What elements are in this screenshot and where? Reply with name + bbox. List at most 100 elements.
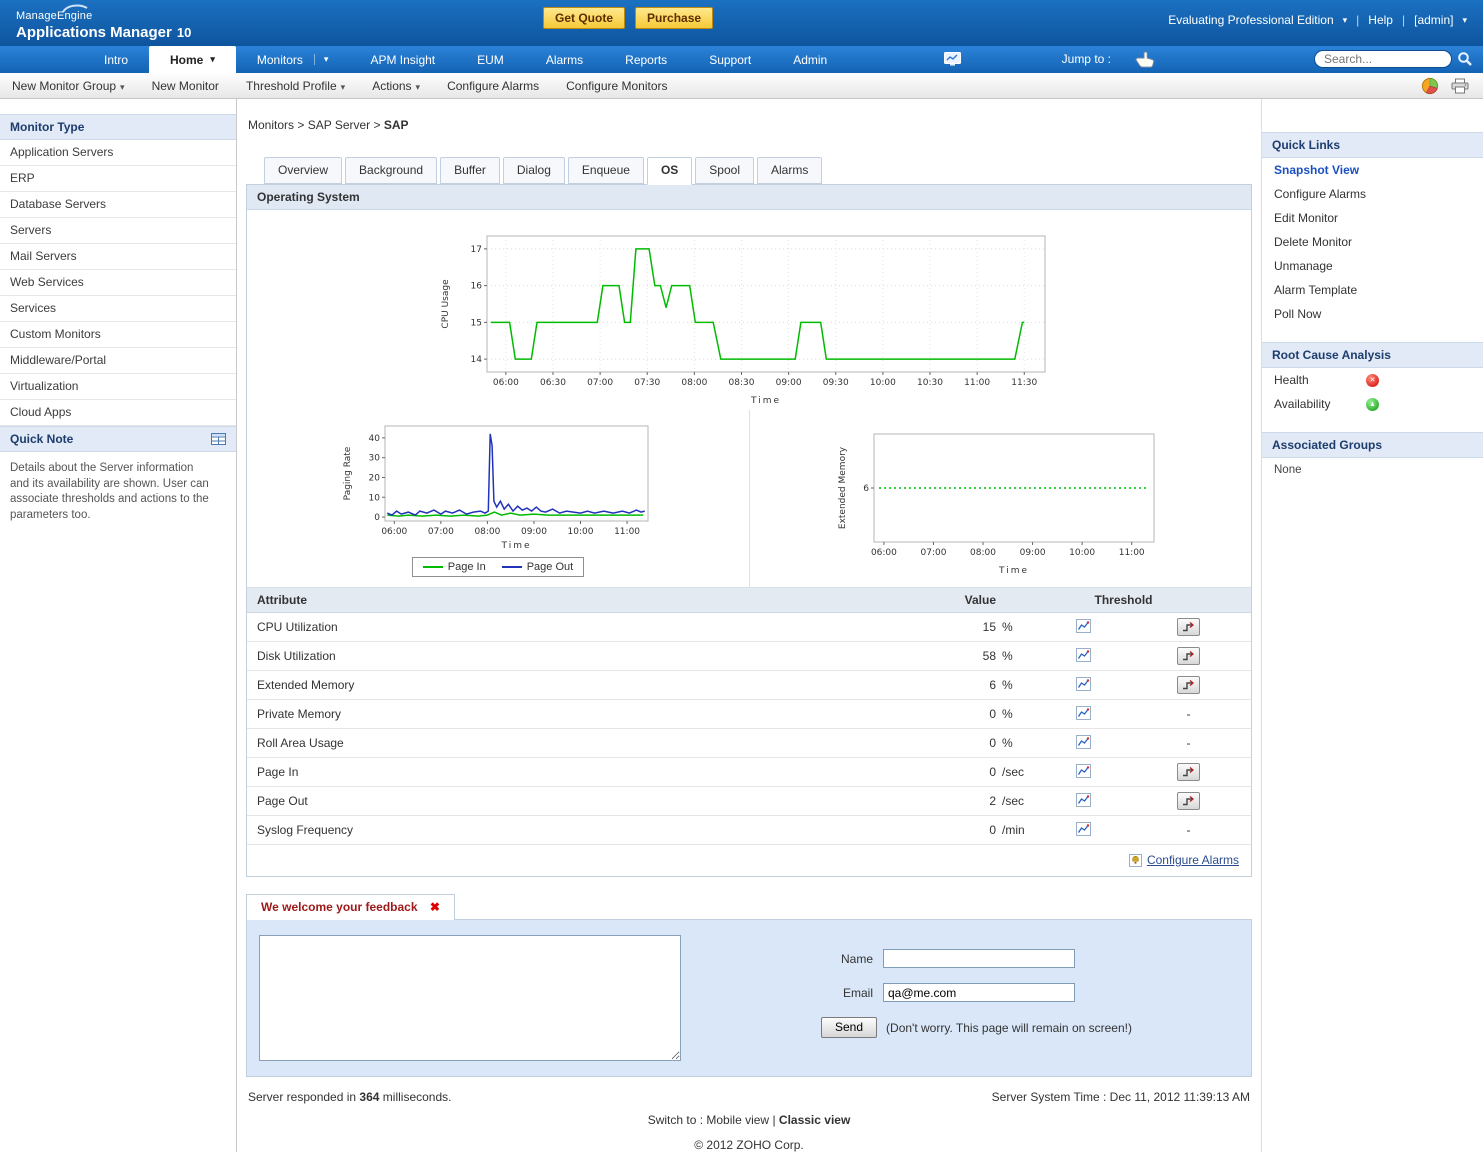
- left-sidebar: Monitor Type Application ServersERPDatab…: [0, 99, 237, 1152]
- sidebar-item-servers[interactable]: Servers: [0, 218, 236, 244]
- threshold-button[interactable]: [1177, 792, 1200, 810]
- graph-icon[interactable]: [1076, 677, 1091, 694]
- quick-link-edit-monitor[interactable]: Edit Monitor: [1262, 206, 1483, 230]
- graph-icon[interactable]: [1076, 648, 1091, 665]
- breadcrumb-sap-server[interactable]: SAP Server >: [308, 118, 384, 132]
- paging-rate-chart-svg: 01020304006:0007:0008:0009:0010:0011:00T…: [341, 418, 656, 551]
- pie-chart-icon[interactable]: [1421, 77, 1439, 95]
- tab-buffer[interactable]: Buffer: [440, 157, 500, 184]
- jump-to-hand-icon[interactable]: [1133, 50, 1157, 68]
- switch-to-label: Switch to :: [648, 1113, 703, 1127]
- nav-tab-intro[interactable]: Intro: [83, 46, 149, 73]
- sidebar-item-services[interactable]: Services: [0, 296, 236, 322]
- svg-text:11:30: 11:30: [1011, 378, 1037, 388]
- graph-icon[interactable]: [1076, 822, 1091, 839]
- no-threshold-dash: -: [1187, 823, 1191, 837]
- graph-icon[interactable]: [1076, 619, 1091, 636]
- chevron-down-icon: ▾: [210, 54, 215, 65]
- threshold-column-header: Threshold: [996, 593, 1251, 607]
- admin-user-menu[interactable]: [admin]: [1414, 13, 1453, 27]
- sidebar-item-web-services[interactable]: Web Services: [0, 270, 236, 296]
- quick-link-snapshot-view[interactable]: Snapshot View: [1262, 158, 1483, 182]
- nav-tab-apm-insight[interactable]: APM Insight: [349, 46, 456, 73]
- subnav-new-monitor[interactable]: New Monitor: [152, 79, 219, 93]
- quick-links-title: Quick Links: [1262, 132, 1483, 158]
- graph-icon[interactable]: [1076, 764, 1091, 781]
- attribute-unit: %: [996, 649, 1041, 663]
- sidebar-item-middleware-portal[interactable]: Middleware/Portal: [0, 348, 236, 374]
- sidebar-item-database-servers[interactable]: Database Servers: [0, 192, 236, 218]
- quick-link-delete-monitor[interactable]: Delete Monitor: [1262, 230, 1483, 254]
- feedback-textarea[interactable]: [259, 935, 681, 1061]
- threshold-button[interactable]: [1177, 647, 1200, 665]
- tab-dialog[interactable]: Dialog: [503, 157, 565, 184]
- nav-tab-monitors[interactable]: Monitors▾: [236, 46, 350, 73]
- purchase-button[interactable]: Purchase: [635, 7, 713, 29]
- classic-view-link[interactable]: Classic view: [779, 1113, 850, 1127]
- configure-alarms-row: Configure Alarms: [247, 845, 1251, 876]
- email-field[interactable]: [883, 983, 1075, 1002]
- nav-tab-eum[interactable]: EUM: [456, 46, 525, 73]
- svg-text:Time: Time: [500, 541, 531, 551]
- nav-tab-admin[interactable]: Admin: [772, 46, 848, 73]
- svg-text:10:30: 10:30: [917, 378, 943, 388]
- page: ManageEngine Applications Manager10 Get …: [0, 0, 1483, 1139]
- send-button[interactable]: Send: [821, 1017, 877, 1038]
- breadcrumb-monitors[interactable]: Monitors >: [248, 118, 308, 132]
- help-link[interactable]: Help: [1368, 13, 1393, 27]
- logo-version: 10: [177, 25, 191, 40]
- chevron-down-icon: ▾: [314, 54, 329, 65]
- search-input[interactable]: [1314, 50, 1452, 68]
- mobile-view-link[interactable]: Mobile view: [706, 1113, 769, 1127]
- nav-tab-support[interactable]: Support: [688, 46, 772, 73]
- subnav-new-monitor-group[interactable]: New Monitor Group▾: [12, 79, 125, 93]
- quick-link-alarm-template[interactable]: Alarm Template: [1262, 278, 1483, 302]
- graph-icon[interactable]: [1076, 706, 1091, 723]
- tab-enqueue[interactable]: Enqueue: [568, 157, 644, 184]
- threshold-button[interactable]: [1177, 763, 1200, 781]
- attribute-value: 0: [926, 823, 996, 837]
- nav-tab-home[interactable]: Home▾: [149, 46, 236, 73]
- sub-nav: New Monitor Group▾ New Monitor Threshold P…: [0, 73, 1483, 99]
- attribute-value: 0: [926, 736, 996, 750]
- subnav-actions[interactable]: Actions▾: [372, 79, 420, 93]
- subnav-threshold-profile[interactable]: Threshold Profile▾: [246, 79, 345, 93]
- nav-tab-alarms[interactable]: Alarms: [525, 46, 604, 73]
- svg-text:09:30: 09:30: [823, 378, 849, 388]
- sidebar-item-custom-monitors[interactable]: Custom Monitors: [0, 322, 236, 348]
- subnav-configure-alarms[interactable]: Configure Alarms: [447, 79, 539, 93]
- search-icon[interactable]: [1457, 51, 1473, 67]
- sidebar-item-erp[interactable]: ERP: [0, 166, 236, 192]
- get-quote-button[interactable]: Get Quote: [543, 7, 625, 29]
- sidebar-item-virtualization[interactable]: Virtualization: [0, 374, 236, 400]
- edition-dropdown[interactable]: Evaluating Professional Edition: [1168, 13, 1333, 27]
- monitor-icon[interactable]: [944, 52, 961, 67]
- nav-tab-reports[interactable]: Reports: [604, 46, 688, 73]
- graph-icon[interactable]: [1076, 735, 1091, 752]
- tab-overview[interactable]: Overview: [264, 157, 342, 184]
- threshold-button[interactable]: [1177, 618, 1200, 636]
- print-icon[interactable]: [1451, 78, 1469, 94]
- name-field[interactable]: [883, 949, 1075, 968]
- sidebar-item-mail-servers[interactable]: Mail Servers: [0, 244, 236, 270]
- chevron-down-icon: ▾: [1343, 15, 1348, 26]
- os-panel: Operating System 1415161706:0006:3007:00…: [246, 184, 1252, 877]
- quick-link-poll-now[interactable]: Poll Now: [1262, 302, 1483, 326]
- threshold-button[interactable]: [1177, 676, 1200, 694]
- tab-spool[interactable]: Spool: [695, 157, 754, 184]
- sidebar-item-cloud-apps[interactable]: Cloud Apps: [0, 400, 236, 426]
- root-cause-row: Health ✕: [1262, 368, 1483, 392]
- close-icon[interactable]: ✖: [430, 900, 440, 914]
- quick-link-unmanage[interactable]: Unmanage: [1262, 254, 1483, 278]
- notes-grid-icon[interactable]: [211, 433, 226, 445]
- graph-icon[interactable]: [1076, 793, 1091, 810]
- subnav-configure-monitors[interactable]: Configure Monitors: [566, 79, 667, 93]
- chevron-down-icon: ▾: [120, 82, 125, 92]
- sidebar-item-application-servers[interactable]: Application Servers: [0, 140, 236, 166]
- quick-link-configure-alarms[interactable]: Configure Alarms: [1262, 182, 1483, 206]
- feedback-note: (Don't worry. This page will remain on s…: [886, 1021, 1132, 1035]
- tab-alarms[interactable]: Alarms: [757, 157, 822, 184]
- configure-alarms-link[interactable]: Configure Alarms: [1147, 853, 1239, 867]
- tab-os[interactable]: OS: [647, 157, 692, 185]
- tab-background[interactable]: Background: [345, 157, 437, 184]
